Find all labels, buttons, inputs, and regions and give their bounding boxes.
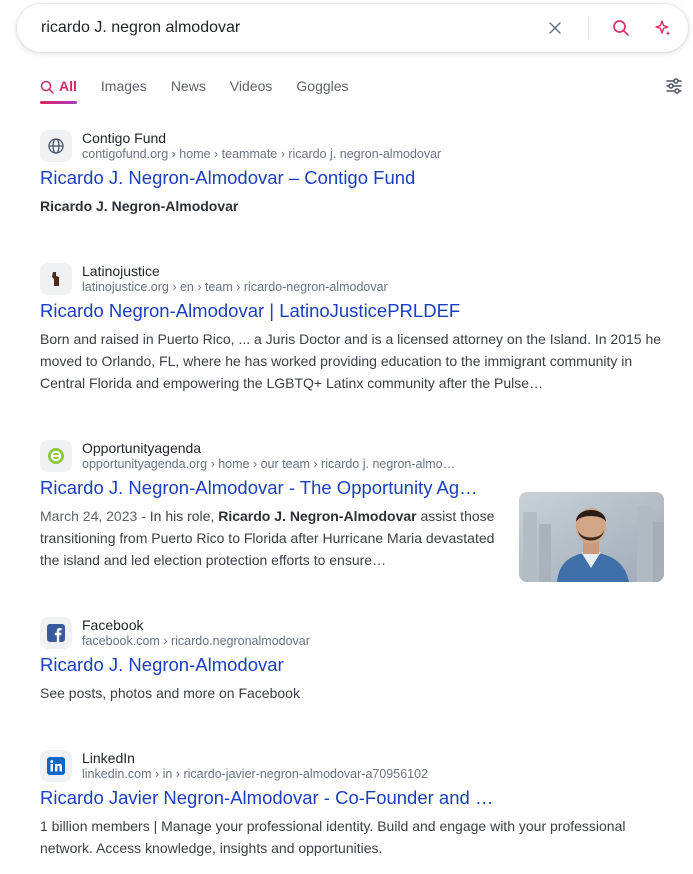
url-domain: latinojustice.org <box>82 280 169 294</box>
clear-icon[interactable] <box>545 18 565 38</box>
url-breadcrumb: › home › teammate › ricardo j. negron-al… <box>171 147 442 161</box>
result-snippet: March 24, 2023 - In his role, Ricardo J.… <box>40 505 496 571</box>
result-snippet: Born and raised in Puerto Rico, ... a Ju… <box>40 331 662 391</box>
filter-settings-icon[interactable] <box>664 76 684 96</box>
tab-news[interactable]: News <box>171 78 206 104</box>
result-thumbnail[interactable] <box>519 492 664 582</box>
result-title-link[interactable]: Ricardo J. Negron-Almodovar – Contigo Fu… <box>40 165 670 191</box>
result-title-link[interactable]: Ricardo Negron-Almodovar | LatinoJustice… <box>40 298 670 324</box>
search-result: LinkedIn linkedin.com › in › ricardo-jav… <box>40 750 670 859</box>
url-domain: facebook.com <box>82 634 160 648</box>
result-title-link[interactable]: Ricardo J. Negron-Almodovar <box>40 652 670 678</box>
tab-all[interactable]: All <box>40 78 77 104</box>
site-name: LinkedIn <box>82 750 135 766</box>
url-breadcrumb: › home › our team › ricardo j. negron-al… <box>210 457 456 471</box>
search-icon <box>40 80 54 94</box>
url-breadcrumb: › en › team › ricardo-negron-almodovar <box>172 280 388 294</box>
search-result: Latinojustice latinojustice.org › en › t… <box>40 263 670 394</box>
tab-images[interactable]: Images <box>101 78 147 104</box>
site-name: Latinojustice <box>82 263 160 279</box>
site-name: Contigo Fund <box>82 130 167 146</box>
site-url: linkedin.com › in › ricardo-javier-negro… <box>82 766 428 782</box>
date-separator: - <box>137 508 150 524</box>
tab-goggles[interactable]: Goggles <box>296 78 348 104</box>
snippet-text: In his role, <box>149 508 219 524</box>
result-source[interactable]: Contigo Fund contigofund.org › home › te… <box>40 130 670 162</box>
globe-icon <box>40 130 72 162</box>
search-divider <box>588 16 589 40</box>
result-source[interactable]: Opportunityagenda opportunityagenda.org … <box>40 440 670 472</box>
tab-label: Videos <box>229 78 273 94</box>
search-result: Facebook facebook.com › ricardo.negronal… <box>40 617 670 704</box>
search-bar <box>17 4 688 52</box>
result-date: March 24, 2023 <box>40 508 138 524</box>
result-title-link[interactable]: Ricardo J. Negron-Almodovar - The Opport… <box>40 475 500 501</box>
url-domain: contigofund.org <box>82 147 169 161</box>
tab-label: Images <box>100 78 147 94</box>
url-breadcrumb: › ricardo.negronalmodovar <box>163 634 310 648</box>
site-name: Facebook <box>82 617 144 633</box>
search-tabs: All Images News Videos Goggles <box>40 78 373 106</box>
url-domain: opportunityagenda.org <box>82 457 208 471</box>
result-source[interactable]: Facebook facebook.com › ricardo.negronal… <box>40 617 670 649</box>
tab-label: All <box>59 78 77 94</box>
fist-icon <box>40 263 72 295</box>
url-breadcrumb: › in › ricardo-javier-negron-almodovar-a… <box>154 767 429 781</box>
site-url: opportunityagenda.org › home › our team … <box>82 456 455 472</box>
result-snippet: Ricardo J. Negron-Almodovar <box>40 198 239 214</box>
site-url: contigofund.org › home › teammate › rica… <box>82 146 441 162</box>
search-icon[interactable] <box>611 18 631 38</box>
site-name: Opportunityagenda <box>82 440 202 456</box>
search-input[interactable] <box>41 4 521 52</box>
result-source[interactable]: Latinojustice latinojustice.org › en › t… <box>40 263 670 295</box>
result-snippet: See posts, photos and more on Facebook <box>40 685 300 701</box>
tab-videos[interactable]: Videos <box>230 78 273 104</box>
ai-sparkle-icon[interactable] <box>653 18 673 38</box>
search-result: Opportunityagenda opportunityagenda.org … <box>40 440 670 582</box>
result-title-link[interactable]: Ricardo Javier Negron-Almodovar - Co-Fou… <box>40 785 670 811</box>
opportunity-agenda-icon <box>40 440 72 472</box>
site-url: facebook.com › ricardo.negronalmodovar <box>82 633 310 649</box>
result-source[interactable]: LinkedIn linkedin.com › in › ricardo-jav… <box>40 750 670 782</box>
facebook-icon <box>40 617 72 649</box>
url-domain: linkedin.com <box>82 767 152 781</box>
snippet-highlight: Ricardo J. Negron-Almodovar <box>218 508 417 524</box>
site-url: latinojustice.org › en › team › ricardo-… <box>82 279 388 295</box>
tab-label: News <box>170 78 206 94</box>
result-snippet: 1 billion members | Manage your professi… <box>40 818 626 856</box>
search-result: Contigo Fund contigofund.org › home › te… <box>40 130 670 217</box>
linkedin-icon <box>40 750 72 782</box>
tab-label: Goggles <box>296 78 349 94</box>
